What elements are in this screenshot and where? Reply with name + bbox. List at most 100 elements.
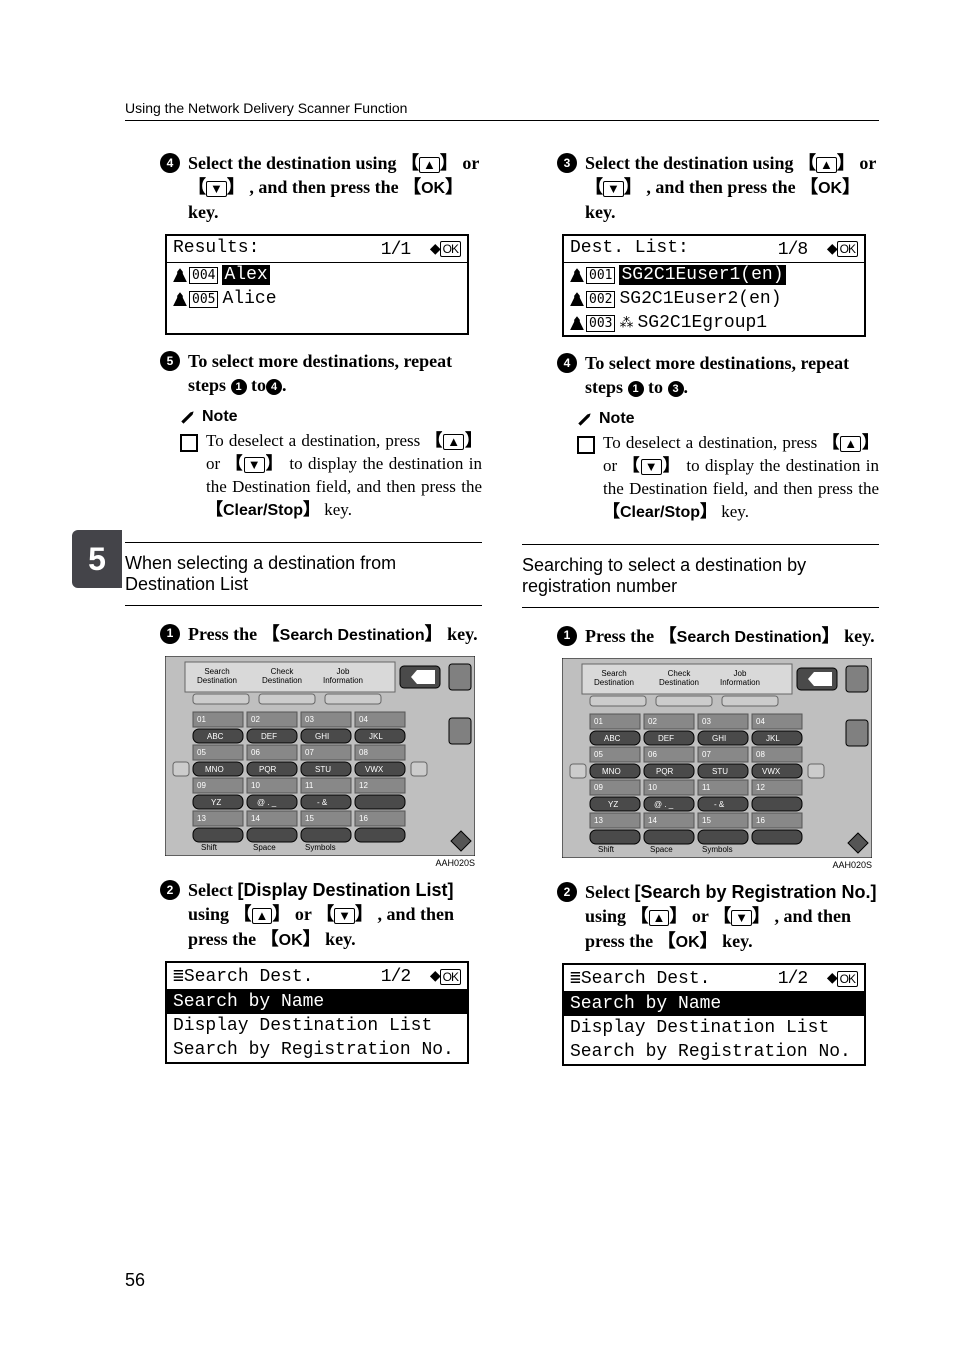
lcd-title: Search Dest. [581, 969, 711, 989]
note-icon [574, 407, 597, 430]
svg-text:12: 12 [756, 783, 765, 792]
search-destination-key: Search Destination [677, 629, 822, 646]
svg-text:JKL: JKL [369, 732, 383, 741]
note-text: To deselect a destination, press [603, 433, 822, 452]
svg-text:14: 14 [648, 816, 657, 825]
svg-text:STU: STU [712, 767, 728, 776]
ok-key: OK [421, 180, 445, 197]
list-icon: ≣ [173, 967, 184, 987]
svg-text:12: 12 [359, 781, 368, 790]
step-text: Press the [585, 626, 659, 646]
person-icon [570, 316, 584, 330]
step-5: 5 To select more destinations, repeat st… [160, 349, 482, 398]
step-ref-icon: 3 [668, 381, 684, 397]
svg-text:Shift: Shift [201, 843, 218, 852]
step-text: or [295, 904, 316, 924]
svg-text:Check: Check [271, 667, 295, 676]
svg-text:07: 07 [305, 748, 314, 757]
svg-text:04: 04 [359, 715, 368, 724]
control-panel-figure: Search Destination Check Destination Job… [562, 658, 872, 858]
svg-text:05: 05 [197, 748, 206, 757]
note-text: or [206, 454, 226, 473]
svg-text:03: 03 [702, 717, 711, 726]
svg-text:ABC: ABC [207, 732, 224, 741]
up-arrow-key-icon: ▲ [816, 157, 837, 173]
updown-icon: ◆ [827, 240, 837, 260]
svg-text:06: 06 [648, 750, 657, 759]
svg-text:Space: Space [253, 843, 276, 852]
step-2r: 2 Select [Search by Registration No.] us… [557, 880, 879, 953]
svg-text:GHI: GHI [315, 732, 329, 741]
step-text: , and then press the [646, 177, 800, 197]
down-arrow-key-icon: ▼ [334, 908, 355, 924]
svg-text:DEF: DEF [658, 734, 674, 743]
svg-text:06: 06 [251, 748, 260, 757]
svg-text:STU: STU [315, 765, 331, 774]
step-2: 2 Select [Display Destination List] usin… [160, 878, 482, 951]
svg-text:13: 13 [594, 816, 603, 825]
down-arrow-key-icon: ▼ [244, 457, 265, 473]
figure-code: AAH020S [165, 858, 475, 868]
step-text: To select more destinations, repeat step… [585, 353, 849, 397]
lcd-code: 003 [586, 315, 615, 332]
svg-text:01: 01 [594, 717, 603, 726]
up-arrow-key-icon: ▲ [252, 908, 273, 924]
svg-text:10: 10 [648, 783, 657, 792]
svg-text:05: 05 [594, 750, 603, 759]
note-text: To deselect a destination, press [206, 431, 425, 450]
step-text: Select the destination using [188, 153, 401, 173]
lcd-code: 001 [586, 267, 615, 284]
lcd-title: Search Dest. [184, 967, 314, 987]
step-number-icon: 4 [557, 353, 577, 373]
step-number-icon: 3 [557, 153, 577, 173]
svg-text:VWX: VWX [762, 767, 781, 776]
ok-key: OK [279, 932, 303, 949]
lcd-counter: 1/8 [778, 240, 807, 260]
note-icon [177, 405, 200, 428]
down-arrow-key-icon: ▼ [641, 459, 662, 475]
person-icon [173, 292, 187, 306]
lcd-dest-list: Dest. List: 1/8 ◆OK 001 SG2C1Euser1(en) … [562, 234, 866, 337]
lcd-search-dest: ≣Search Dest. 1/2 ◆OK Search by Name Dis… [165, 961, 469, 1064]
svg-text:MNO: MNO [205, 765, 224, 774]
step-text: or [859, 153, 876, 173]
lcd-row: 001 SG2C1Euser1(en) [564, 263, 864, 287]
lcd-counter: 1/2 [778, 969, 807, 989]
down-arrow-key-icon: ▼ [206, 181, 227, 197]
running-head: Using the Network Delivery Scanner Funct… [125, 100, 879, 121]
svg-text:11: 11 [305, 781, 314, 790]
search-row: Display Destination List [564, 1016, 864, 1040]
person-icon [570, 268, 584, 282]
bullet-icon [577, 436, 595, 454]
group-icon: ⁂ [619, 315, 633, 332]
svg-text:Destination: Destination [262, 676, 302, 685]
svg-text:PQR: PQR [259, 765, 277, 774]
lcd-row: 003 ⁂ SG2C1Egroup1 [564, 311, 864, 335]
note-block: Note To deselect a destination, press 【▲… [180, 408, 482, 522]
step-number-icon: 2 [557, 882, 577, 902]
svg-text:Symbols: Symbols [702, 845, 733, 854]
lcd-code: 002 [586, 291, 615, 308]
note-text: or [603, 456, 623, 475]
ok-icon: OK [837, 971, 858, 987]
lcd-results: Results: 1/1 ◆OK 004 Alex 005 Alice [165, 234, 469, 335]
lcd-counter: 1/2 [381, 967, 410, 987]
search-row: Search by Name [564, 992, 864, 1016]
step-text: or [692, 906, 713, 926]
search-row: Search by Registration No. [564, 1040, 864, 1064]
step-text: using [585, 906, 631, 926]
svg-text:16: 16 [756, 816, 765, 825]
lcd-code: 004 [189, 267, 218, 284]
svg-text:ABC: ABC [604, 734, 621, 743]
svg-text:GHI: GHI [712, 734, 726, 743]
svg-text:02: 02 [648, 717, 657, 726]
step-text: to [251, 375, 266, 395]
down-arrow-key-icon: ▼ [603, 181, 624, 197]
step-text: key. [844, 626, 875, 646]
figure-code: AAH020S [562, 860, 872, 870]
lcd-counter: 1/1 [381, 240, 410, 260]
ok-key: OK [818, 180, 842, 197]
svg-text:10: 10 [251, 781, 260, 790]
step-text: Select [585, 882, 634, 902]
step-4: 4 Select the destination using 【▲】 or 【▼… [160, 151, 482, 224]
